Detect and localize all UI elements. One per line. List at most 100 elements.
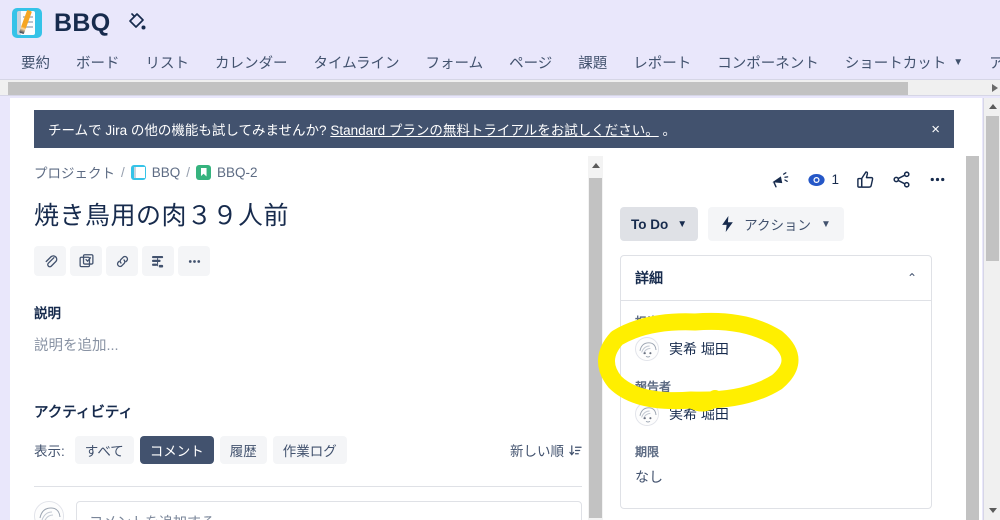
field-value[interactable]: 実希 堀田 xyxy=(635,402,917,426)
field-reporter: 報告者 実希 堀田 xyxy=(635,378,917,426)
nav-label: 要約 xyxy=(21,55,50,72)
banner-text: チームで Jira の他の機能も試してみませんか? Standard プランの無… xyxy=(48,119,921,139)
description-placeholder[interactable]: 説明を追加... xyxy=(34,334,582,355)
child-issue-icon[interactable] xyxy=(70,246,102,276)
nav-label: カレンダー xyxy=(215,55,288,72)
activity-tab-history[interactable]: 履歴 xyxy=(219,436,267,464)
nav-label: ボード xyxy=(76,55,120,72)
attach-icon[interactable] xyxy=(34,246,66,276)
activity-divider xyxy=(34,486,582,487)
nav-label: 課題 xyxy=(578,55,608,72)
avatar xyxy=(635,337,659,361)
nav-item-1[interactable]: ボード xyxy=(63,52,133,73)
activity-sort-label: 新しい順 xyxy=(510,444,564,459)
more-icon[interactable] xyxy=(178,246,210,276)
main-column-scrollbar-thumb[interactable] xyxy=(589,178,602,518)
page-title[interactable]: 焼き鳥用の肉３９人前 xyxy=(34,196,582,232)
project-name: BBQ xyxy=(54,8,111,37)
project-avatar-icon xyxy=(12,8,42,38)
field-due-date: 期限 なし xyxy=(635,443,917,487)
nav-item-2[interactable]: リスト xyxy=(133,52,203,73)
activity-tab-comments[interactable]: コメント xyxy=(139,436,214,464)
paint-bucket-icon[interactable] xyxy=(126,12,146,34)
sidebar-scrollbar[interactable] xyxy=(966,156,979,520)
nav-item-8[interactable]: レポート xyxy=(620,52,704,73)
field-label: 担当者 xyxy=(635,315,672,329)
nav-item-5[interactable]: フォーム xyxy=(413,52,497,73)
nav-label: タイムライン xyxy=(313,55,400,72)
details-panel: 詳細 ⌃ 担当者 実希 堀田 報告者 実希 堀田 期限 なし xyxy=(620,255,932,509)
nav-label: レポート xyxy=(633,55,692,72)
nav-item-11[interactable]: アプリ ▼ xyxy=(976,52,1000,73)
issue-content-card: チームで Jira の他の機能も試してみませんか? Standard プランの無… xyxy=(10,98,982,520)
issue-action-toolbar xyxy=(34,246,582,276)
breadcrumb-project[interactable]: BBQ xyxy=(152,165,181,180)
nav-label: アプリ xyxy=(989,55,1000,72)
share-icon[interactable] xyxy=(892,170,911,189)
banner-close-icon[interactable]: × xyxy=(921,121,940,138)
megaphone-icon[interactable] xyxy=(770,171,790,189)
nav-label: ショートカット xyxy=(844,55,947,72)
nav-item-4[interactable]: タイムライン xyxy=(301,52,413,73)
trial-banner: チームで Jira の他の機能も試してみませんか? Standard プランの無… xyxy=(34,110,954,148)
project-icon xyxy=(130,164,146,180)
breadcrumb-separator: / xyxy=(121,164,125,180)
nav-label: フォーム xyxy=(425,55,484,72)
description-label: 説明 xyxy=(34,306,61,321)
breadcrumb-issue-key[interactable]: BBQ-2 xyxy=(217,165,258,180)
lightning-bolt-icon xyxy=(722,216,733,232)
activity-show-label: 表示: xyxy=(34,444,65,459)
horizontal-scrollbar-thumb[interactable] xyxy=(8,82,908,95)
activity-tab-worklog[interactable]: 作業ログ xyxy=(272,436,347,464)
breadcrumb-root[interactable]: プロジェクト xyxy=(34,162,115,182)
banner-text-before: チームで Jira の他の機能も試してみませんか? xyxy=(48,123,327,138)
nav-item-10[interactable]: ショートカット ▼ xyxy=(832,52,976,73)
watch-count: 1 xyxy=(831,172,839,187)
activity-filter-row: 表示: すべて コメント 履歴 作業ログ 新しい順 xyxy=(34,436,582,464)
structure-icon[interactable] xyxy=(142,246,174,276)
assignee-name: 実希 堀田 xyxy=(669,341,729,357)
activity-tab-all[interactable]: すべて xyxy=(74,436,134,464)
project-nav-tabs: 要約 ボード リスト カレンダー タイムライン フォーム ページ 課題 レポート… xyxy=(0,46,1000,78)
field-label: 期限 xyxy=(635,445,660,459)
nav-item-9[interactable]: コンポーネント xyxy=(704,52,832,73)
page-scrollbar-thumb[interactable] xyxy=(986,116,999,261)
issue-sidebar-toolbar: 1 xyxy=(620,156,965,189)
page-scrollbar[interactable] xyxy=(983,98,1000,520)
nav-label: コンポーネント xyxy=(717,55,819,72)
nav-item-0[interactable]: 要約 xyxy=(8,52,63,73)
banner-text-after: 。 xyxy=(662,123,677,138)
main-column-scrollbar[interactable] xyxy=(588,156,603,520)
status-badge[interactable]: To Do ▼ xyxy=(620,207,699,241)
actions-button[interactable]: アクション ▼ xyxy=(708,207,844,241)
avatar xyxy=(635,402,659,426)
like-thumbsup-icon[interactable] xyxy=(856,170,875,189)
details-panel-header[interactable]: 詳細 ⌃ xyxy=(621,256,931,301)
banner-trial-link[interactable]: Standard プランの無料トライアルをお試しください。 xyxy=(330,123,658,138)
chevron-up-icon[interactable]: ⌃ xyxy=(907,271,917,285)
more-options-icon[interactable] xyxy=(928,170,947,189)
scroll-up-arrow-icon[interactable] xyxy=(592,163,600,168)
chevron-down-icon: ▼ xyxy=(820,218,831,230)
comment-input[interactable]: コメントを追加する xyxy=(76,501,582,520)
activity-sort-control[interactable]: 新しい順 xyxy=(510,440,582,460)
nav-label: ページ xyxy=(509,55,553,72)
scroll-up-arrow-icon[interactable] xyxy=(989,104,997,109)
project-header: BBQ xyxy=(0,0,1000,46)
scroll-down-arrow-icon[interactable] xyxy=(989,508,997,513)
status-label: To Do xyxy=(631,216,669,232)
scroll-right-arrow-icon[interactable] xyxy=(992,84,998,92)
watch-eye-icon[interactable]: 1 xyxy=(807,171,839,189)
add-comment-row: コメントを追加する xyxy=(34,501,582,520)
due-date-value[interactable]: なし xyxy=(635,467,917,487)
nav-item-7[interactable]: 課題 xyxy=(565,52,620,73)
link-icon[interactable] xyxy=(106,246,138,276)
issue-sidebar: 1 To Do ▼ アクション ▼ 詳細 ⌃ 担当者 実希 堀田 報告者 実希 … xyxy=(620,156,965,520)
nav-item-3[interactable]: カレンダー xyxy=(202,52,301,73)
nav-item-6[interactable]: ページ xyxy=(496,52,565,73)
horizontal-scrollbar[interactable] xyxy=(0,79,1000,96)
details-panel-body: 担当者 実希 堀田 報告者 実希 堀田 期限 なし xyxy=(621,301,931,508)
breadcrumb: プロジェクト / BBQ / BBQ-2 xyxy=(34,156,582,182)
avatar xyxy=(34,501,64,520)
field-value[interactable]: 実希 堀田 xyxy=(635,337,917,361)
